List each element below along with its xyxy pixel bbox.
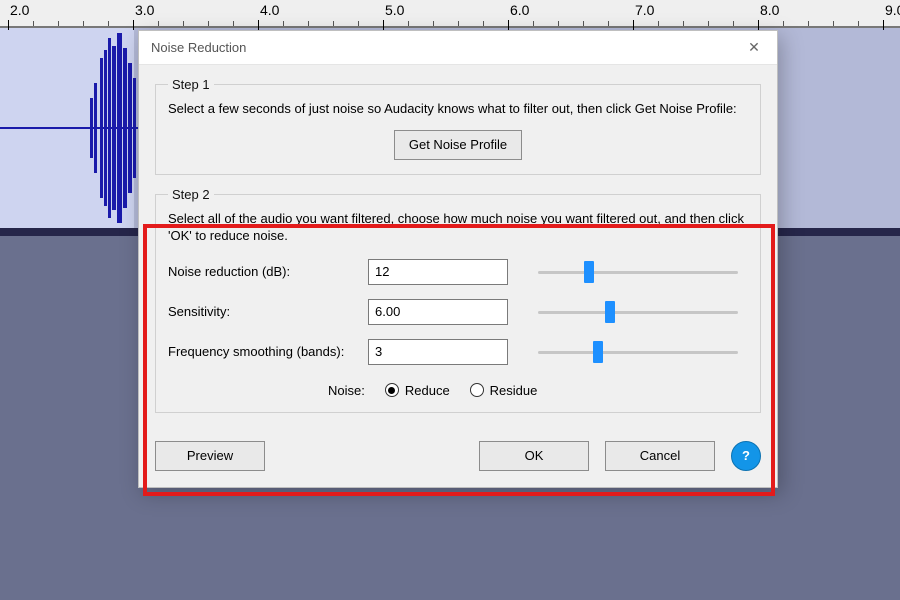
ruler-tick: 7.0: [635, 0, 654, 18]
sensitivity-row: Sensitivity:: [168, 299, 748, 325]
ruler-tick: 6.0: [510, 0, 529, 18]
step1-legend: Step 1: [168, 77, 214, 92]
sensitivity-slider[interactable]: [518, 300, 748, 324]
step2-group: Step 2 Select all of the audio you want …: [155, 187, 761, 413]
sensitivity-label: Sensitivity:: [168, 304, 358, 319]
timeline-ruler[interactable]: 2.0 3.0 4.0 5.0 6.0 7.0 8.0 9.0: [0, 0, 900, 28]
waveform: [0, 28, 160, 228]
radio-residue[interactable]: Residue: [470, 383, 538, 398]
radio-reduce-circle: [385, 383, 399, 397]
close-icon[interactable]: ✕: [731, 31, 777, 64]
noise-mode-label: Noise:: [328, 383, 365, 398]
step2-legend: Step 2: [168, 187, 214, 202]
ok-button[interactable]: OK: [479, 441, 589, 471]
ruler-tick: 8.0: [760, 0, 779, 18]
get-noise-profile-button[interactable]: Get Noise Profile: [394, 130, 522, 160]
ruler-tick: 2.0: [10, 0, 29, 18]
radio-residue-circle: [470, 383, 484, 397]
cancel-button[interactable]: Cancel: [605, 441, 715, 471]
smoothing-label: Frequency smoothing (bands):: [168, 344, 358, 359]
smoothing-row: Frequency smoothing (bands):: [168, 339, 748, 365]
radio-reduce[interactable]: Reduce: [385, 383, 450, 398]
smoothing-input[interactable]: [368, 339, 508, 365]
step1-instructions: Select a few seconds of just noise so Au…: [168, 100, 748, 118]
smoothing-slider[interactable]: [518, 340, 748, 364]
noise-reduction-dialog: Noise Reduction ✕ Step 1 Select a few se…: [138, 30, 778, 488]
ruler-tick: 4.0: [260, 0, 279, 18]
dialog-title: Noise Reduction: [151, 40, 246, 55]
ruler-tick: 9.0: [885, 0, 900, 18]
noise-reduction-label: Noise reduction (dB):: [168, 264, 358, 279]
sensitivity-input[interactable]: [368, 299, 508, 325]
help-icon[interactable]: ?: [731, 441, 761, 471]
ruler-tick: 3.0: [135, 0, 154, 18]
noise-reduction-row: Noise reduction (dB):: [168, 259, 748, 285]
noise-reduction-input[interactable]: [368, 259, 508, 285]
dialog-titlebar[interactable]: Noise Reduction ✕: [139, 31, 777, 65]
step2-instructions: Select all of the audio you want filtere…: [168, 210, 748, 245]
noise-reduction-slider[interactable]: [518, 260, 748, 284]
ruler-tick: 5.0: [385, 0, 404, 18]
step1-group: Step 1 Select a few seconds of just nois…: [155, 77, 761, 175]
preview-button[interactable]: Preview: [155, 441, 265, 471]
